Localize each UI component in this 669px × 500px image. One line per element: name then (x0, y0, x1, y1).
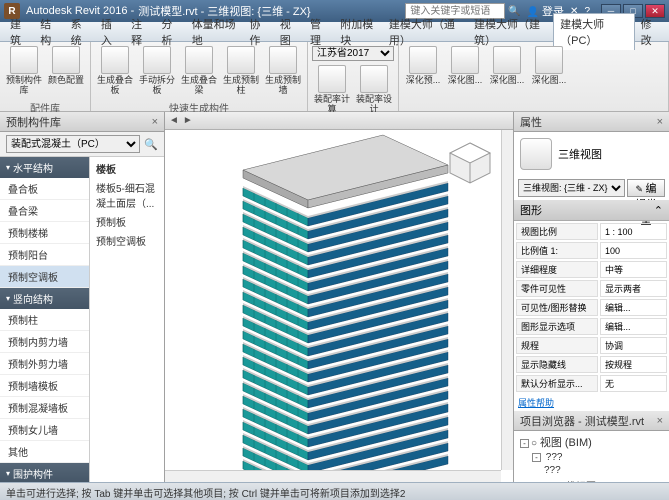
prop-value[interactable]: 中等 (600, 261, 667, 278)
prop-value[interactable]: 编辑... (600, 299, 667, 316)
right-panel: 属性× 三维视图 三维视图: {三维 - ZX} ✎ 编辑类型 图形⌃ 视图比例… (514, 112, 669, 500)
prop-name: 可见性/图形替换 (516, 299, 598, 316)
ribbon-button[interactable]: 生成预制柱 (221, 44, 261, 98)
ribbon-button[interactable]: 生成叠合梁 (179, 44, 219, 98)
tree-item[interactable]: 预制女儿墙 (0, 419, 89, 441)
browser-node[interactable]: - ??? (516, 451, 667, 464)
nav-back-icon[interactable]: ◄ (169, 115, 179, 126)
ribbon-button[interactable]: 预制构件库 (4, 44, 44, 98)
prop-name: 规程 (516, 337, 598, 354)
ribbon-button[interactable]: 生成预制墙 (263, 44, 303, 98)
prop-name: 默认分析显示... (516, 375, 598, 392)
tree-item[interactable]: 叠合梁 (0, 200, 89, 222)
close-icon[interactable]: × (657, 116, 663, 128)
tree-item[interactable]: 预制混凝墙板 (0, 397, 89, 419)
edit-type-button[interactable]: ✎ 编辑类型 (627, 179, 665, 197)
prop-name: 视图比例 (516, 223, 598, 240)
list-item[interactable]: 楼板5-细石混凝土面层（... (92, 178, 162, 212)
prop-value[interactable]: 编辑... (600, 318, 667, 335)
component-list[interactable]: 楼板 楼板5-细石混凝土面层（...预制板预制空调板 (90, 157, 164, 500)
prop-name: 比例值 1: (516, 242, 598, 259)
tree-item[interactable]: 其他 (0, 441, 89, 463)
tree-item[interactable]: 预制阳台 (0, 244, 89, 266)
tree-item[interactable]: 预制外剪力墙 (0, 353, 89, 375)
nav-fwd-icon[interactable]: ► (183, 115, 193, 126)
viewcube[interactable] (445, 138, 495, 188)
prop-name: 零件可见性 (516, 280, 598, 297)
region-select[interactable]: 江苏省2017 (312, 46, 394, 61)
tree-item[interactable]: 预制空调板 (0, 266, 89, 288)
prop-name: 详细程度 (516, 261, 598, 278)
library-type-select[interactable]: 装配式混凝土（PC） (6, 135, 140, 153)
project-browser-title: 项目浏览器 - 测试模型.rvt× (514, 411, 669, 431)
ribbon-tabs: 建筑结构系统插入注释分析体量和场地协作视图管理附加模块建模大师（通用）建模大师（… (0, 22, 669, 42)
list-item[interactable]: 预制板 (92, 212, 162, 231)
browser-node[interactable]: ??? (516, 464, 667, 477)
tree-item[interactable]: 预制楼梯 (0, 222, 89, 244)
ribbon-button[interactable]: 生成叠合板 (95, 44, 135, 98)
tree-item[interactable]: 预制柱 (0, 309, 89, 331)
ribbon-button[interactable]: 深化图... (529, 44, 569, 107)
ribbon-button[interactable]: 颜色配置 (46, 44, 86, 98)
prop-name: 显示隐藏线 (516, 356, 598, 373)
list-item[interactable]: 预制空调板 (92, 231, 162, 250)
prop-value[interactable]: 无 (600, 375, 667, 392)
category-tree[interactable]: 水平结构叠合板叠合梁预制楼梯预制阳台预制空调板竖向结构预制柱预制内剪力墙预制外剪… (0, 157, 90, 500)
close-icon[interactable]: × (152, 116, 158, 128)
scrollbar-horizontal[interactable] (165, 470, 501, 482)
search-icon[interactable]: 🔍 (144, 138, 158, 151)
view-type-label: 三维视图 (558, 146, 602, 162)
scrollbar-vertical[interactable] (501, 130, 513, 470)
panel-title: 预制构件库× (0, 112, 164, 132)
ribbon-button[interactable]: 深化图... (487, 44, 527, 107)
ribbon-button[interactable]: 深化预... (403, 44, 443, 107)
ribbon-button[interactable]: 手动拆分板 (137, 44, 177, 98)
prop-value[interactable]: 100 (600, 242, 667, 259)
tree-item[interactable]: 叠合板 (0, 178, 89, 200)
prop-value[interactable]: 显示两者 (600, 280, 667, 297)
close-icon[interactable]: × (657, 415, 663, 427)
properties-help-link[interactable]: 属性帮助 (514, 394, 669, 411)
ribbon-button[interactable]: 装配率计算 (312, 63, 352, 117)
viewport-toolbar: ◄ ► (165, 112, 513, 130)
view-type-icon (520, 138, 552, 170)
statusbar: 单击可进行选择; 按 Tab 键并单击可选择其他项目; 按 Ctrl 键并单击可… (0, 482, 669, 500)
properties-title: 属性× (514, 112, 669, 132)
element-selector[interactable]: 三维视图: {三维 - ZX} (518, 179, 625, 197)
tree-category[interactable]: 竖向结构 (0, 288, 89, 309)
properties-table[interactable]: 视图比例1 : 100比例值 1:100详细程度中等零件可见性显示两者可见性/图… (514, 221, 669, 394)
tree-category[interactable]: 水平结构 (0, 157, 89, 178)
prop-name: 图形显示选项 (516, 318, 598, 335)
ribbon-button[interactable]: 装配率设计 (354, 63, 394, 117)
viewport[interactable]: ◄ ► 1 : 100 ▦ ☀ (165, 112, 514, 500)
ribbon: 预制构件库颜色配置配件库 生成叠合板手动拆分板生成叠合梁生成预制柱生成预制墙快速… (0, 42, 669, 112)
tree-item[interactable]: 预制内剪力墙 (0, 331, 89, 353)
prop-section-header[interactable]: 图形⌃ (514, 200, 669, 221)
tree-category[interactable]: 围护构件 (0, 463, 89, 484)
component-library-panel: 预制构件库× 装配式混凝土（PC） 🔍 水平结构叠合板叠合梁预制楼梯预制阳台预制… (0, 112, 165, 500)
prop-value[interactable]: 1 : 100 (600, 223, 667, 240)
prop-value[interactable]: 协调 (600, 337, 667, 354)
tree-item[interactable]: 预制墙模板 (0, 375, 89, 397)
list-header: 楼板 (92, 159, 162, 178)
prop-value[interactable]: 按规程 (600, 356, 667, 373)
ribbon-button[interactable]: 深化图... (445, 44, 485, 107)
